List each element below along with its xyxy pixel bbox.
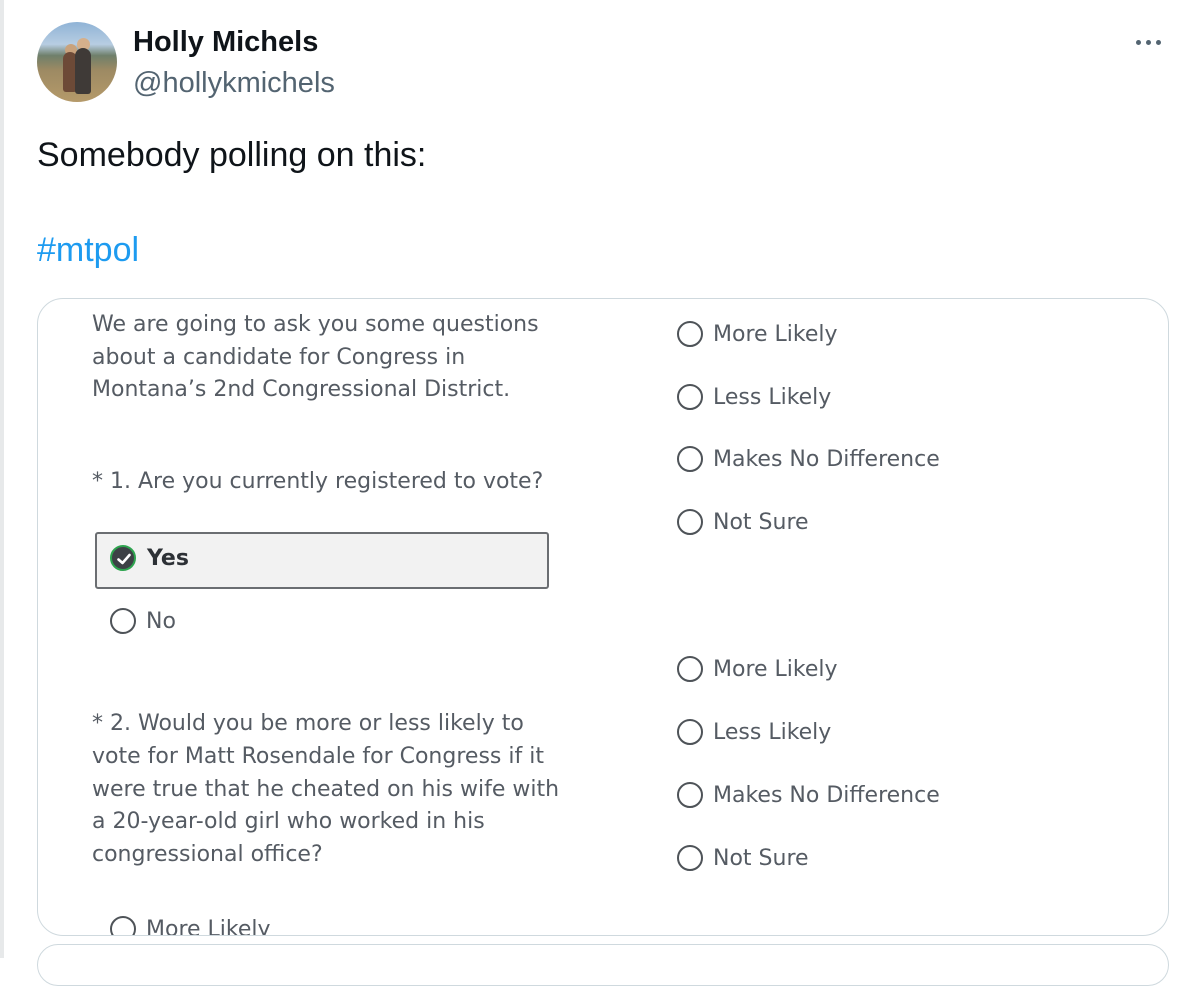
author-name[interactable]: Holly Michels [133,26,318,59]
avatar[interactable] [37,22,117,102]
survey-intro: We are going to ask you some questions a… [92,312,539,402]
option-label: Yes [147,546,189,571]
option-label: More Likely [146,916,271,936]
option-no[interactable]: No [110,608,176,634]
next-media-card [37,944,1169,986]
radio-icon [677,656,703,682]
option-label: Makes No Difference [713,782,940,808]
option-label: No [146,608,176,634]
option-label: More Likely [713,321,838,347]
option-label: Not Sure [713,845,809,871]
option-makes-no-difference[interactable]: Makes No Difference [677,782,940,808]
radio-icon [677,509,703,535]
radio-icon [677,845,703,871]
author-handle[interactable]: @hollykmichels [133,67,335,100]
left-border [0,0,4,958]
option-less-likely[interactable]: Less Likely [677,719,831,745]
option-not-sure[interactable]: Not Sure [677,509,809,535]
question-1: * 1. Are you currently registered to vot… [92,469,544,494]
avatar-figure [75,48,91,94]
dot [1135,39,1141,45]
more-options-icon[interactable] [1124,28,1172,56]
radio-icon [677,719,703,745]
option-label: Less Likely [713,384,832,410]
option-more-likely[interactable]: More Likely [677,321,838,347]
tweet-image[interactable]: We are going to ask you some questions a… [37,298,1169,936]
tweet-text: Somebody polling on this: [37,136,427,174]
radio-icon [110,916,136,935]
radio-icon [110,608,136,634]
dot [1145,39,1151,45]
option-yes-selected[interactable]: Yes [95,532,549,589]
option-more-likely[interactable]: More Likely [110,916,271,936]
checkmark-icon [110,545,136,571]
radio-icon [677,321,703,347]
radio-icon [677,782,703,808]
option-less-likely[interactable]: Less Likely [677,384,831,410]
option-label: Not Sure [713,509,809,535]
hashtag-link[interactable]: #mtpol [37,231,139,270]
question-2: * 2. Would you be more or less likely to… [92,711,560,868]
radio-icon [677,384,703,410]
radio-icon [677,446,703,472]
option-makes-no-difference[interactable]: Makes No Difference [677,446,940,472]
option-label: More Likely [713,656,838,682]
dot [1155,39,1161,45]
option-label: Makes No Difference [713,446,940,472]
option-label: Less Likely [713,719,832,745]
option-not-sure[interactable]: Not Sure [677,845,809,871]
option-more-likely[interactable]: More Likely [677,656,838,682]
